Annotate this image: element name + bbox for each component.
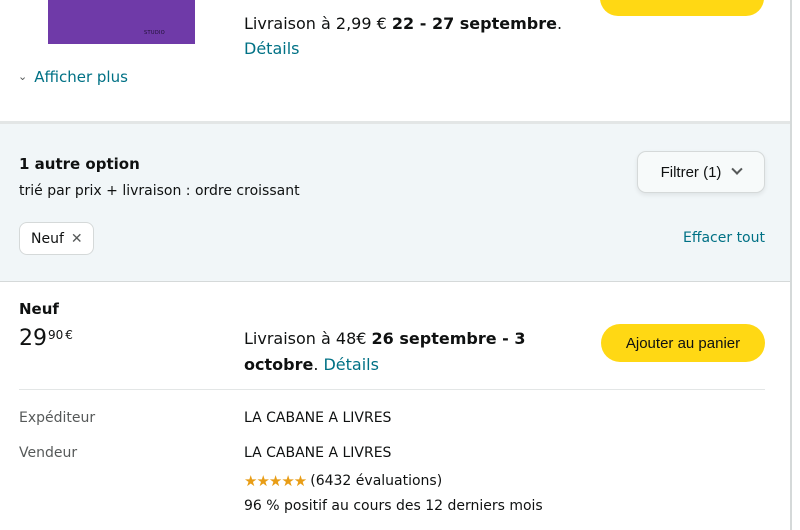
top-delivery-dates: 22 - 27 septembre — [391, 14, 557, 33]
show-more-link[interactable]: ⌄ Afficher plus — [18, 68, 128, 86]
options-count-title: 1 autre option — [19, 155, 140, 173]
seller-label: Vendeur — [19, 445, 78, 461]
add-to-cart-button[interactable]: Ajouter au panier — [601, 324, 765, 362]
page-edge-divider — [790, 0, 792, 530]
seller-rating[interactable]: ★★★★★ (6432 évaluations) — [244, 472, 442, 490]
clear-all-link[interactable]: Effacer tout — [683, 230, 765, 246]
seller-positive-feedback: 96 % positif au cours des 12 derniers mo… — [244, 498, 543, 514]
shipper-value: LA CABANE A LIVRES — [244, 410, 392, 426]
offer-divider — [19, 389, 765, 390]
top-details-link[interactable]: Détails — [244, 39, 299, 58]
options-header: 1 autre option trié par prix + livraison… — [0, 124, 790, 282]
top-delivery-prefix: Livraison à 2,99 € — [244, 14, 387, 33]
close-icon[interactable]: ✕ — [71, 231, 83, 247]
show-more-label: Afficher plus — [34, 68, 128, 86]
options-sort-description: trié par prix + livraison : ordre croiss… — [19, 183, 300, 199]
filter-button-label: Filtrer (1) — [660, 163, 722, 181]
add-to-cart-button-top[interactable] — [600, 0, 764, 16]
delivery-prefix: Livraison à 48€ — [244, 329, 367, 348]
filter-chip-label: Neuf — [31, 230, 64, 247]
filter-chip-new[interactable]: Neuf ✕ — [19, 222, 94, 255]
book-cover-image[interactable]: STUDIO — [48, 0, 195, 44]
rating-count: (6432 évaluations) — [310, 473, 443, 489]
chevron-down-icon: ⌄ — [18, 69, 28, 83]
price-whole: 29 — [19, 326, 47, 351]
shipper-label: Expéditeur — [19, 410, 96, 426]
details-link[interactable]: Détails — [323, 355, 378, 374]
offer-panel: STUDIO Livraison à 2,99 € 22 - 27 septem… — [0, 0, 790, 530]
filter-button[interactable]: Filtrer (1) — [637, 151, 765, 193]
cover-brand: STUDIO — [144, 30, 165, 36]
star-rating-icon: ★★★★★ — [244, 472, 307, 490]
delivery-info: Livraison à 48€ 26 septembre - 3 octobre… — [244, 329, 526, 374]
offer-price: 29 90 € — [19, 326, 73, 352]
offer-condition: Neuf — [19, 300, 59, 318]
top-delivery-info: Livraison à 2,99 € 22 - 27 septembre. Dé… — [244, 14, 563, 58]
price-fraction: 90 — [48, 328, 64, 342]
price-currency: € — [65, 328, 73, 342]
chevron-down-icon — [731, 163, 744, 175]
seller-link[interactable]: LA CABANE A LIVRES — [244, 445, 391, 461]
